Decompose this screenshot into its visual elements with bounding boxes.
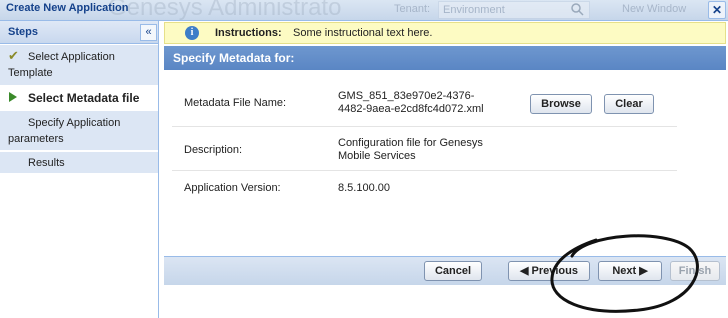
- row-divider: [172, 170, 677, 171]
- info-icon: i: [185, 26, 199, 40]
- step-label: Select Application Template: [8, 51, 115, 79]
- double-chevron-left-icon: «: [145, 26, 152, 38]
- tenant-label: Tenant:: [394, 3, 431, 15]
- clear-button[interactable]: Clear: [604, 94, 654, 114]
- steps-title: Steps: [8, 26, 38, 38]
- tenant-value: Environment: [443, 4, 505, 16]
- panel-title: Specify Metadata for:: [173, 51, 295, 65]
- instructions-text: Some instructional text here.: [293, 27, 433, 39]
- step-label: Select Metadata file: [28, 91, 140, 105]
- steps-sidebar: Steps « ✔ Select Application Template Se…: [0, 21, 159, 318]
- application-version-label: Application Version:: [184, 182, 281, 194]
- new-window-link: New Window: [622, 3, 687, 15]
- instructions-label: Instructions:: [215, 27, 282, 39]
- window-title: Create New Application: [6, 2, 129, 14]
- instructions-bar: i Instructions: Some instructional text …: [164, 22, 726, 44]
- cancel-button[interactable]: Cancel: [424, 261, 482, 281]
- close-icon: ✕: [711, 3, 723, 17]
- browse-button[interactable]: Browse: [530, 94, 592, 114]
- search-icon: [571, 3, 584, 16]
- annotation-circle: [550, 234, 699, 313]
- metadata-file-name-label: Metadata File Name:: [184, 97, 287, 109]
- step-results[interactable]: Results: [0, 152, 158, 174]
- window-titlebar: Genesys Administrato Create New Applicat…: [0, 0, 728, 21]
- application-version-value: 8.5.100.00: [338, 182, 390, 194]
- steps-header: Steps «: [0, 21, 158, 44]
- step-specify-application-parameters[interactable]: Specify Application parameters: [0, 111, 158, 151]
- step-label: Specify Application parameters: [8, 117, 121, 145]
- row-divider: [172, 126, 677, 127]
- background-app-title: Genesys Administrato: [108, 0, 342, 21]
- step-select-metadata-file[interactable]: Select Metadata file: [0, 87, 158, 109]
- description-label: Description:: [184, 144, 243, 156]
- collapse-button[interactable]: «: [140, 24, 157, 41]
- panel-header: Specify Metadata for:: [164, 46, 726, 70]
- metadata-file-name-value: GMS_851_83e970e2-4376-4482-9aea-e2cd8fc4…: [338, 90, 484, 115]
- tenant-field: Environment: [438, 1, 590, 19]
- step-label: Results: [28, 157, 65, 169]
- step-select-application-template[interactable]: ✔ Select Application Template: [0, 45, 158, 86]
- description-value: Configuration file for Genesys Mobile Se…: [338, 137, 483, 162]
- close-button[interactable]: ✕: [708, 1, 726, 19]
